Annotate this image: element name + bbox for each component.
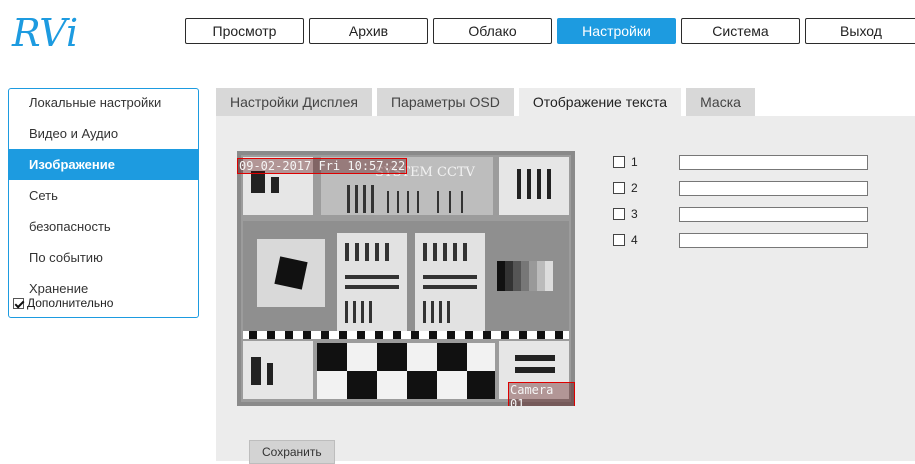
nav-settings-button[interactable]: Настройки (557, 18, 676, 44)
sidebar-item-local-settings[interactable]: Локальные настройки (9, 87, 198, 118)
settings-sidebar: Локальные настройки Видео и Аудио Изобра… (8, 88, 199, 318)
text-overlay-panel: SYSTEM CCTV 09-02-2017 Fri 10:57:22 Came… (216, 116, 915, 464)
test-chart-image: SYSTEM CCTV (237, 151, 575, 406)
text-overlay-1-input[interactable] (679, 154, 868, 170)
text-overlay-4-label: 4 (631, 233, 638, 247)
settings-tabs: Настройки Дисплея Параметры OSD Отображе… (216, 88, 755, 116)
sidebar-item-network[interactable]: Сеть (9, 180, 198, 211)
nav-view-button[interactable]: Просмотр (185, 18, 304, 44)
save-button[interactable]: Сохранить (249, 440, 335, 464)
text-overlay-2-input[interactable] (679, 180, 868, 196)
advanced-label: Дополнительно (27, 296, 114, 310)
nav-logout-button[interactable]: Выход (805, 18, 915, 44)
text-overlay-row: 3 (613, 201, 868, 227)
text-overlay-2-label: 2 (631, 181, 638, 195)
rvi-logo: RVi (11, 11, 78, 55)
content-area: Настройки Дисплея Параметры OSD Отображе… (216, 88, 915, 464)
tab-text-overlay[interactable]: Отображение текста (518, 88, 682, 116)
advanced-checkbox-row[interactable]: Дополнительно (9, 296, 198, 310)
text-overlay-3-label: 3 (631, 207, 638, 221)
text-overlay-3-input[interactable] (679, 206, 868, 222)
svg-text:RVi: RVi (11, 11, 78, 55)
video-preview: SYSTEM CCTV 09-02-2017 Fri 10:57:22 Came… (237, 151, 575, 406)
text-overlay-row: 2 (613, 175, 868, 201)
nav-cloud-button[interactable]: Облако (433, 18, 552, 44)
text-overlay-3-checkbox[interactable] (613, 208, 625, 220)
nav-system-button[interactable]: Система (681, 18, 800, 44)
text-overlay-4-checkbox[interactable] (613, 234, 625, 246)
text-overlay-1-label: 1 (631, 155, 638, 169)
text-overlay-row: 4 (613, 227, 868, 253)
nav-archive-button[interactable]: Архив (309, 18, 428, 44)
text-overlay-1-checkbox[interactable] (613, 156, 625, 168)
sidebar-item-video-audio[interactable]: Видео и Аудио (9, 118, 198, 149)
sidebar-item-image[interactable]: Изображение (9, 149, 198, 180)
osd-datetime[interactable]: 09-02-2017 Fri 10:57:22 (237, 158, 408, 174)
text-overlay-fields: 1 2 3 4 (613, 149, 868, 253)
sidebar-item-security[interactable]: безопасность (9, 211, 198, 242)
text-overlay-row: 1 (613, 149, 868, 175)
tab-display-settings[interactable]: Настройки Дисплея (216, 88, 372, 116)
tab-osd-parameters[interactable]: Параметры OSD (376, 88, 514, 116)
advanced-checkbox[interactable] (13, 297, 24, 309)
top-navigation: Просмотр Архив Облако Настройки Система … (185, 18, 915, 44)
sidebar-item-event[interactable]: По событию (9, 242, 198, 273)
text-overlay-4-input[interactable] (679, 232, 868, 248)
tab-mask[interactable]: Маска (686, 88, 755, 116)
text-overlay-2-checkbox[interactable] (613, 182, 625, 194)
osd-camera-name[interactable]: Camera 01 (508, 382, 575, 406)
